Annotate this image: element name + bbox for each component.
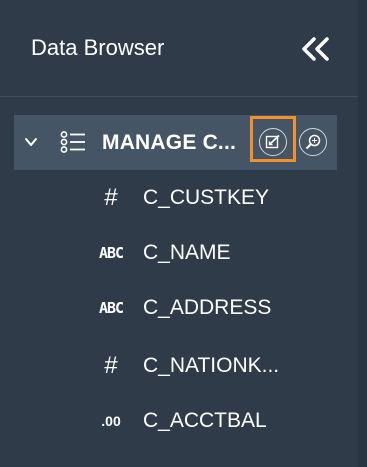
search-button[interactable] xyxy=(299,128,327,156)
data-browser-panel: Data Browser MANAGE C... # C_CUSTKEY ABC… xyxy=(0,0,367,467)
edit-button[interactable] xyxy=(259,128,287,156)
text-type-icon: ABC xyxy=(98,244,124,262)
number-type-icon: # xyxy=(104,184,118,211)
panel-title: Data Browser xyxy=(31,35,165,60)
panel-edge xyxy=(358,0,367,467)
table-name: MANAGE C... xyxy=(102,131,237,154)
panel-header: Data Browser xyxy=(0,0,358,97)
column-name: C_ACCTBAL xyxy=(143,409,267,432)
column-name: C_NATIONK... xyxy=(143,354,280,377)
double-chevron-left-icon[interactable] xyxy=(300,36,331,62)
column-row[interactable]: .00 C_ACCTBAL xyxy=(0,394,358,449)
table-row-manage-c[interactable]: MANAGE C... xyxy=(14,115,337,170)
number-type-icon: # xyxy=(104,352,118,379)
column-name: C_CUSTKEY xyxy=(143,186,270,209)
edit-icon xyxy=(265,134,280,149)
text-type-icon: ABC xyxy=(98,299,124,317)
decimal-type-icon: .00 xyxy=(101,413,121,429)
column-row[interactable]: ABC C_NAME xyxy=(0,226,358,281)
column-row[interactable]: ABC C_ADDRESS xyxy=(0,281,358,336)
search-icon xyxy=(305,134,321,150)
chevron-down-icon[interactable] xyxy=(24,135,38,149)
list-icon xyxy=(60,131,86,153)
column-name: C_ADDRESS xyxy=(143,296,272,319)
column-row[interactable]: # C_CUSTKEY xyxy=(0,171,358,226)
column-row[interactable]: # C_NATIONK... xyxy=(0,339,358,394)
column-name: C_NAME xyxy=(143,241,231,264)
